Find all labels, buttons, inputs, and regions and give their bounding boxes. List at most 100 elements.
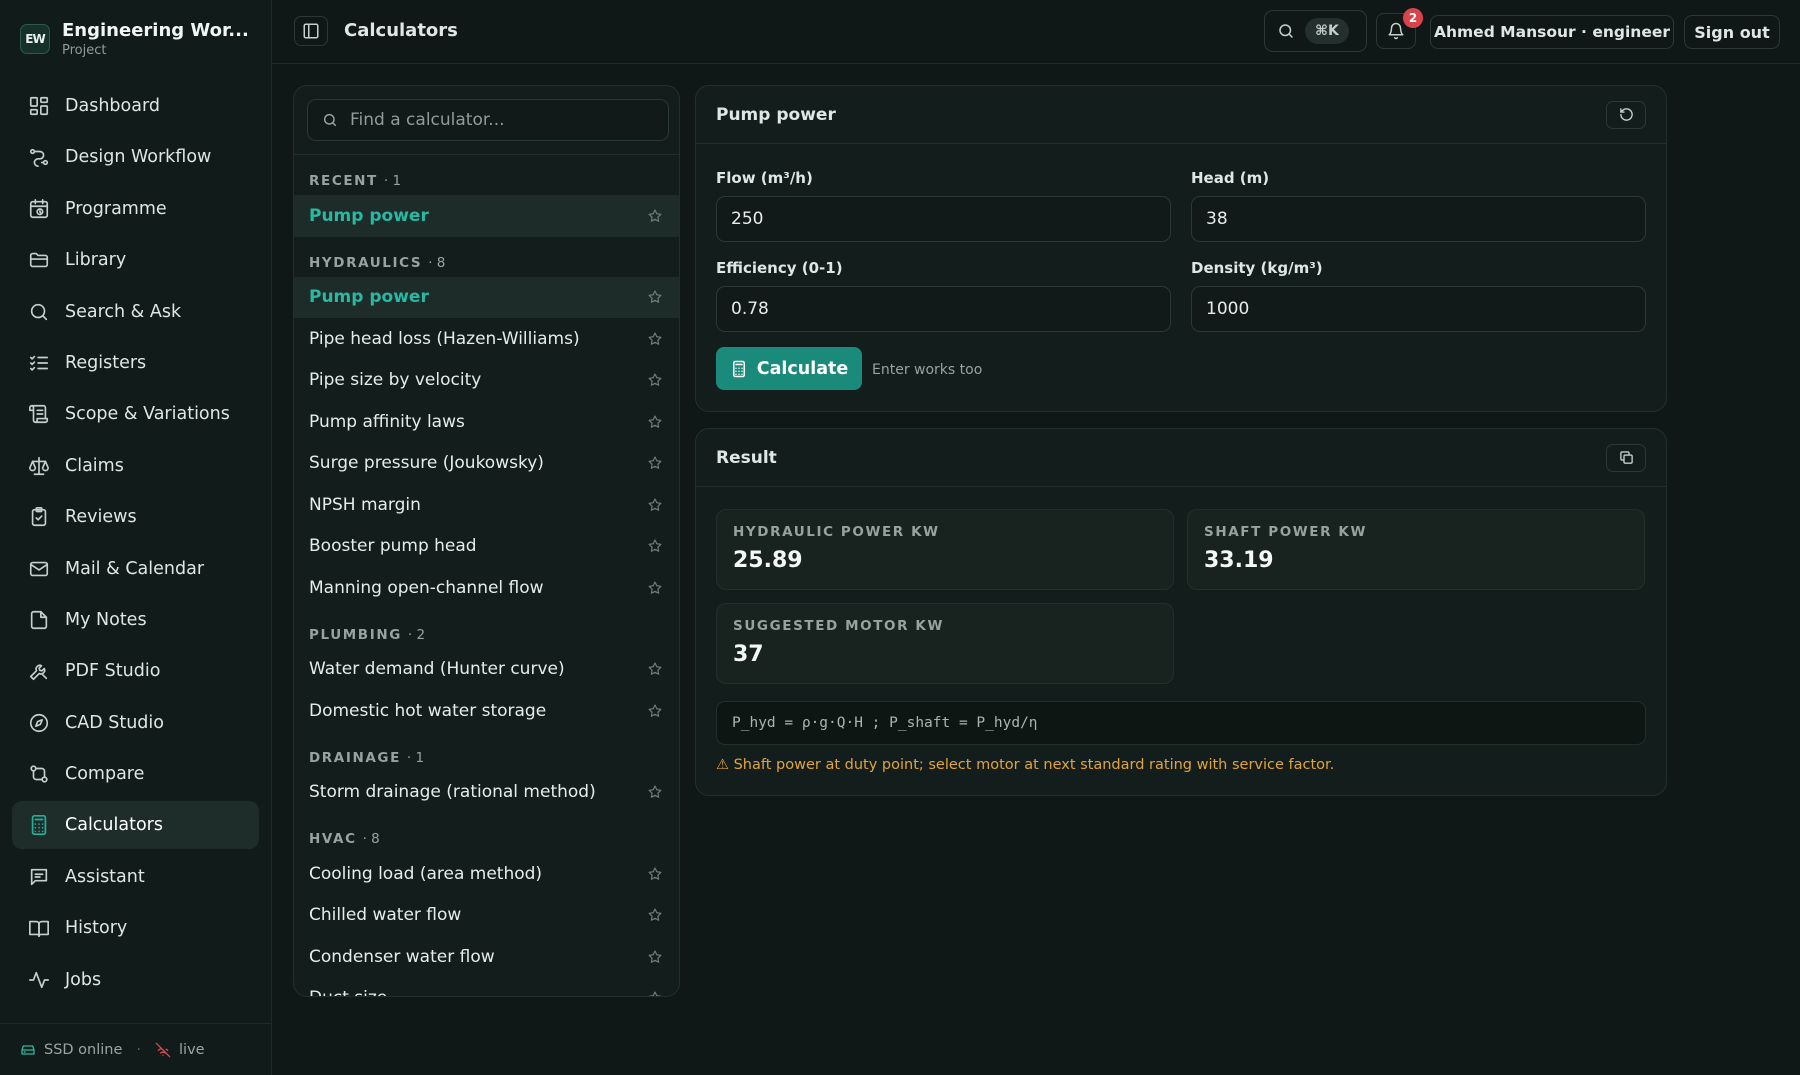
calculator-list-item[interactable]: Surge pressure (Joukowsky) <box>294 443 679 485</box>
sign-out-button[interactable]: Sign out <box>1684 15 1780 49</box>
star-icon[interactable] <box>647 538 663 554</box>
sidebar-item-programme[interactable]: Programme <box>12 185 259 233</box>
calculator-list-item[interactable]: Cooling load (area method) <box>294 853 679 895</box>
group-name: RECENT <box>309 173 378 189</box>
star-icon[interactable] <box>647 455 663 471</box>
metric-label: HYDRAULIC POWER KW <box>733 524 940 540</box>
calculator-list-item[interactable]: Domestic hot water storage <box>294 690 679 732</box>
shaft-power-metric: SHAFT POWER KW 33.19 <box>1187 509 1645 590</box>
star-icon[interactable] <box>647 372 663 388</box>
group-heading: HYDRAULICS · 8 <box>294 237 679 277</box>
copy-button[interactable] <box>1606 443 1646 472</box>
head-input[interactable] <box>1191 196 1646 242</box>
sidebar-item-label: Registers <box>65 352 147 373</box>
app-logo: EW <box>20 24 50 54</box>
sidebar-item-assistant[interactable]: Assistant <box>12 853 259 901</box>
metric-value: 33.19 <box>1204 548 1274 573</box>
star-icon[interactable] <box>647 414 663 430</box>
sidebar-item-claims[interactable]: Claims <box>12 442 259 490</box>
notifications-button[interactable]: 2 <box>1376 8 1423 49</box>
sidebar-item-history[interactable]: History <box>12 904 259 952</box>
drive-icon <box>21 1044 35 1055</box>
sidebar-nav: Dashboard Design Workflow Programme Library… <box>12 82 259 1007</box>
star-icon[interactable] <box>647 949 663 965</box>
calculator-list-item[interactable]: Storm drainage (rational method) <box>294 772 679 814</box>
star-icon[interactable] <box>647 208 663 224</box>
reset-button[interactable] <box>1606 100 1646 129</box>
sidebar-item-my-notes[interactable]: My Notes <box>12 596 259 644</box>
group-count: · 8 <box>362 831 380 847</box>
flow-input[interactable] <box>716 196 1171 242</box>
metric-label: SUGGESTED MOTOR KW <box>733 618 944 634</box>
calculator-list-item[interactable]: Manning open-channel flow <box>294 567 679 609</box>
calculator-list-item[interactable]: Pump power <box>294 195 679 237</box>
calculator-list-item[interactable]: Water demand (Hunter curve) <box>294 649 679 691</box>
star-icon[interactable] <box>647 580 663 596</box>
clipboard-check-icon <box>31 507 47 527</box>
star-icon[interactable] <box>647 289 663 305</box>
head-label: Head (m) <box>1191 169 1270 187</box>
calculator-list-item[interactable]: Pump power <box>294 276 679 318</box>
calculator-list-item[interactable]: Chilled water flow <box>294 895 679 937</box>
calculate-button[interactable]: Calculate <box>716 347 862 390</box>
calculator-name: Pipe size by velocity <box>309 370 482 391</box>
star-icon[interactable] <box>647 907 663 923</box>
efficiency-input[interactable] <box>716 286 1171 332</box>
checklist-icon <box>29 355 49 371</box>
sidebar-item-registers[interactable]: Registers <box>12 339 259 387</box>
sidebar-item-label: Calculators <box>65 815 163 836</box>
efficiency-label: Efficiency (0-1) <box>716 259 843 277</box>
density-input[interactable] <box>1191 286 1646 332</box>
sidebar-item-jobs[interactable]: Jobs <box>12 956 259 1004</box>
global-search-button[interactable]: ⌘K <box>1264 10 1367 52</box>
calculator-search[interactable] <box>307 99 669 141</box>
status-separator: · <box>136 1041 142 1058</box>
sidebar-item-compare[interactable]: Compare <box>12 750 259 798</box>
brand[interactable]: EW Engineering Wor... Project <box>20 20 249 58</box>
user-menu[interactable]: Ahmed Mansour · engineer <box>1430 15 1674 49</box>
sidebar-item-cad-studio[interactable]: CAD Studio <box>12 699 259 747</box>
calculator-list-item[interactable]: Booster pump head <box>294 526 679 568</box>
sidebar-item-library[interactable]: Library <box>12 236 259 284</box>
sidebar-toggle-button[interactable] <box>294 16 328 46</box>
star-icon[interactable] <box>647 990 663 997</box>
star-icon[interactable] <box>647 497 663 513</box>
star-icon[interactable] <box>647 703 663 719</box>
calculator-list-item[interactable]: Condenser water flow <box>294 936 679 978</box>
git-compare-icon <box>30 765 48 783</box>
sidebar-item-dashboard[interactable]: Dashboard <box>12 82 259 130</box>
star-icon[interactable] <box>647 661 663 677</box>
calculator-list[interactable]: RECENT · 1 Pump power HYDRAULICS · 8 Pump pow… <box>294 155 679 997</box>
group-heading: HVAC · 8 <box>294 813 679 853</box>
sidebar-item-design-workflow[interactable]: Design Workflow <box>12 133 259 181</box>
sidebar-item-reviews[interactable]: Reviews <box>12 493 259 541</box>
calculate-label: Calculate <box>756 358 849 379</box>
calculator-list-item[interactable]: NPSH margin <box>294 484 679 526</box>
compass-icon <box>29 713 49 732</box>
sidebar-item-label: History <box>65 918 128 939</box>
result-title: Result <box>716 447 777 468</box>
calculator-name: Pump power <box>309 287 429 308</box>
star-icon[interactable] <box>647 331 663 347</box>
star-icon[interactable] <box>647 866 663 882</box>
calculator-search-input[interactable] <box>350 110 650 130</box>
group-heading: RECENT · 1 <box>294 155 679 195</box>
sidebar-item-calculators[interactable]: Calculators <box>12 801 259 850</box>
sidebar-item-search-ask[interactable]: Search & Ask <box>12 288 259 336</box>
sidebar-item-scope-variations[interactable]: Scope & Variations <box>12 390 259 438</box>
calculator-list-item[interactable]: Pump affinity laws <box>294 401 679 443</box>
star-icon[interactable] <box>647 784 663 800</box>
calculator-list-item[interactable]: Duct size <box>294 978 679 997</box>
calculator-list-panel: RECENT · 1 Pump power HYDRAULICS · 8 Pump pow… <box>293 85 680 997</box>
sidebar: EW Engineering Wor... Project Dashboard D… <box>0 0 272 1075</box>
notification-count-badge: 2 <box>1403 8 1423 28</box>
sidebar-item-mail-calendar[interactable]: Mail & Calendar <box>12 545 259 593</box>
search-icon <box>323 113 337 127</box>
calculator-list-item[interactable]: Pipe size by velocity <box>294 360 679 402</box>
chat-icon <box>30 868 48 886</box>
sidebar-item-pdf-studio[interactable]: PDF Studio <box>12 647 259 695</box>
calculator-name: Water demand (Hunter curve) <box>309 659 565 680</box>
calculator-list-item[interactable]: Pipe head loss (Hazen-Williams) <box>294 318 679 360</box>
mail-icon <box>29 561 49 576</box>
group-name: DRAINAGE <box>309 749 401 766</box>
